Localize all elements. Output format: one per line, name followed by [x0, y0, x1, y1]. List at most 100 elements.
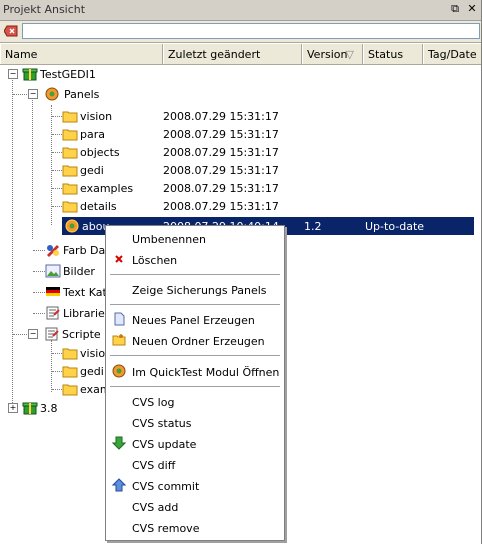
menu-label: Löschen	[132, 254, 178, 267]
tree-node-folder[interactable]: examples 2008.07.29 15:31:17	[0, 179, 482, 197]
menu-item-show-backup[interactable]: Zeige Sicherungs Panels	[106, 279, 284, 300]
folder-icon	[62, 384, 78, 396]
column-status[interactable]: Status	[363, 44, 423, 64]
menu-item-quicktest[interactable]: Im QuickTest Modul Öffnen	[106, 361, 284, 382]
tree-label: gedi	[80, 365, 104, 378]
menu-label: CVS update	[132, 438, 197, 451]
menu-item-cvs-diff[interactable]: CVS diff	[106, 454, 284, 475]
image-icon	[45, 264, 61, 278]
tree-label: Panels	[64, 88, 100, 101]
menu-item-cvs-log[interactable]: CVS log	[106, 391, 284, 412]
down-arrow-icon	[112, 436, 126, 450]
color-palette-icon	[47, 245, 59, 257]
column-modified[interactable]: Zuletzt geändert	[163, 44, 302, 64]
menu-label: Umbenennen	[132, 233, 206, 246]
version: 1.2	[304, 220, 322, 233]
tree-node-panels[interactable]: − Panels	[0, 85, 482, 103]
project-icon	[22, 402, 38, 415]
panels-icon	[45, 87, 59, 101]
menu-label: CVS diff	[132, 459, 176, 472]
column-name-label: Name	[5, 48, 38, 61]
menu-separator	[110, 304, 280, 305]
modified-date: 2008.07.29 15:31:17	[163, 164, 279, 177]
panel-title: Projekt Ansicht	[3, 3, 86, 16]
column-tagdate[interactable]: Tag/Date	[423, 44, 482, 64]
filter-row	[0, 21, 482, 43]
clear-filter-icon[interactable]	[4, 25, 18, 37]
column-version-label: Version	[307, 48, 348, 61]
collapse-icon[interactable]: −	[28, 89, 38, 99]
script-file-icon	[45, 327, 59, 341]
column-tagdate-label: Tag/Date	[428, 48, 477, 61]
tree-label: details	[80, 200, 117, 213]
new-folder-icon	[112, 334, 126, 346]
panel-file-icon	[65, 219, 79, 233]
modified-date: 2008.07.29 15:31:17	[163, 200, 279, 213]
tree-node-root[interactable]: − TestGEDI1	[0, 65, 482, 83]
menu-item-new-panel[interactable]: Neues Panel Erzeugen	[106, 309, 284, 330]
panel-titlebar: Projekt Ansicht ⧉ ✕	[0, 0, 482, 21]
menu-item-new-folder[interactable]: Neuen Ordner Erzeugen	[106, 330, 284, 351]
filter-input[interactable]	[22, 23, 480, 39]
modified-date: 2008.07.29 15:31:17	[163, 182, 279, 195]
menu-label: Neues Panel Erzeugen	[132, 314, 255, 327]
tree-label: TestGEDI1	[40, 68, 96, 81]
folder-icon	[62, 129, 78, 141]
collapse-icon[interactable]: −	[8, 69, 18, 79]
modified-date: 2008.07.29 15:31:17	[163, 146, 279, 159]
column-header: Name Zuletzt geändert Version ▽ Status Ta…	[0, 44, 482, 65]
tree-label: vision	[80, 110, 113, 123]
modified-date: 2008.07.29 15:31:17	[163, 110, 279, 123]
folder-icon	[62, 111, 78, 123]
column-status-label: Status	[368, 48, 404, 61]
tree-label: Scripte	[62, 328, 101, 341]
menu-separator	[110, 386, 280, 387]
modified-date: 2008.07.29 15:31:17	[163, 128, 279, 141]
collapse-icon[interactable]: −	[28, 329, 38, 339]
folder-icon	[62, 366, 78, 378]
folder-icon	[62, 147, 78, 159]
tree-node-folder[interactable]: para 2008.07.29 15:31:17	[0, 125, 482, 143]
delete-icon	[115, 255, 123, 263]
expand-icon[interactable]: +	[8, 403, 18, 413]
column-modified-label: Zuletzt geändert	[168, 48, 261, 61]
project-icon	[22, 68, 38, 81]
menu-item-cvs-status[interactable]: CVS status	[106, 412, 284, 433]
folder-icon	[62, 183, 78, 195]
tree-node-folder[interactable]: objects 2008.07.29 15:31:17	[0, 143, 482, 161]
menu-label: Im QuickTest Modul Öffnen	[132, 366, 280, 379]
tree-node-folder[interactable]: details 2008.07.29 15:31:17	[0, 197, 482, 215]
menu-item-rename[interactable]: Umbenennen	[106, 228, 284, 249]
menu-label: Zeige Sicherungs Panels	[132, 284, 267, 297]
tree-node-folder[interactable]: vision 2008.07.29 15:31:17	[0, 107, 482, 125]
maximize-icon[interactable]: ⧉	[448, 2, 462, 16]
folder-icon	[62, 348, 78, 360]
status: Up-to-date	[365, 220, 425, 233]
folder-icon	[62, 201, 78, 213]
script-file-icon	[46, 306, 60, 320]
menu-label: CVS remove	[132, 522, 200, 535]
quicktest-icon	[112, 364, 126, 378]
menu-label: Neuen Ordner Erzeugen	[132, 335, 265, 348]
flag-icon	[46, 287, 60, 296]
menu-label: CVS add	[132, 501, 179, 514]
menu-item-delete[interactable]: Löschen	[106, 249, 284, 270]
close-icon[interactable]: ✕	[465, 2, 479, 16]
tree-label: gedi	[80, 164, 104, 177]
menu-label: CVS status	[132, 417, 192, 430]
up-arrow-icon	[112, 478, 126, 492]
tree-node-folder[interactable]: gedi 2008.07.29 15:31:17	[0, 161, 482, 179]
new-file-icon	[114, 312, 125, 326]
menu-item-cvs-remove[interactable]: CVS remove	[106, 517, 284, 538]
menu-item-cvs-commit[interactable]: CVS commit	[106, 475, 284, 496]
menu-label: CVS log	[132, 396, 175, 409]
menu-item-cvs-update[interactable]: CVS update	[106, 433, 284, 454]
tree-label: Farb Dat	[63, 244, 110, 257]
tree-label: 3.8	[40, 402, 58, 415]
menu-separator	[110, 274, 280, 275]
column-name[interactable]: Name	[0, 44, 163, 64]
context-menu: Umbenennen Löschen Zeige Sicherungs Pane…	[105, 225, 285, 541]
column-version[interactable]: Version ▽	[302, 44, 363, 64]
menu-item-cvs-add[interactable]: CVS add	[106, 496, 284, 517]
tree-label: examples	[80, 182, 134, 195]
